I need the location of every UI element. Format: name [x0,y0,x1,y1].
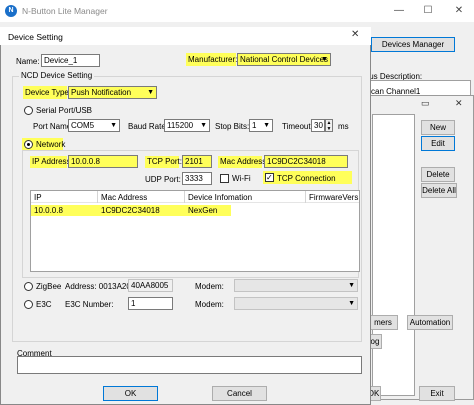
port-name-value: COM5 [71,121,95,130]
chevron-down-icon: ▼ [200,122,207,129]
chevron-down-icon: ▼ [348,300,355,307]
baud-rate-label: Baud Rate: [128,122,169,131]
network-radio[interactable] [24,140,33,149]
chevron-down-icon: ▼ [348,282,355,289]
minimize-icon[interactable]: — [389,4,409,18]
timeout-input[interactable]: 30 [311,119,325,132]
mac-address-input[interactable]: 1C9DC2C34018 [264,155,348,168]
sub-dialog-close-icon[interactable]: ✕ [455,99,463,108]
zigbee-modem-select[interactable]: ▼ [234,279,358,292]
stop-bits-select[interactable]: 1 ▼ [249,119,273,132]
tcp-port-label: TCP Port: [145,156,182,168]
dialog-title: Device Setting [8,32,63,42]
main-window-title: N-Button Lite Manager [22,6,108,16]
comment-input[interactable] [17,356,362,374]
stop-bits-value: 1 [252,121,257,130]
automation-button[interactable]: Automation [407,315,453,330]
chevron-down-icon: ▼ [110,122,117,129]
zigbee-address-label: Address: 0013A200- [65,282,138,291]
e3c-modem-select[interactable]: ▼ [234,297,358,310]
chevron-down-icon: ▼ [263,122,270,129]
network-label: Network [36,140,66,149]
maximize-icon[interactable]: ☐ [418,4,438,18]
device-type-select[interactable]: Push Notification ▼ [68,86,157,99]
zigbee-radio[interactable] [24,282,33,291]
port-name-select[interactable]: COM5 ▼ [68,119,120,132]
name-label: Name: [16,57,40,66]
sub-dialog-restore-icon[interactable]: ▭ [421,99,430,108]
column-header-firmware[interactable]: FirmwareVers [309,194,359,205]
timeout-unit: ms [338,122,349,131]
wifi-checkbox[interactable] [220,174,229,183]
column-divider [97,191,98,203]
e3c-number-input[interactable]: 1 [128,297,173,310]
manufacturer-label: Manufacturer: [186,53,238,66]
tcp-connection-checkbox[interactable] [265,172,274,183]
column-header-mac[interactable]: Mac Address [101,194,147,205]
cancel-button[interactable]: Cancel [212,386,267,401]
device-list[interactable] [372,114,415,396]
baud-rate-value: 115200 [167,121,194,130]
stop-bits-label: Stop Bits: [215,122,250,131]
chevron-down-icon: ▼ [147,89,154,96]
wifi-label: Wi-Fi [232,174,251,183]
dialog-close-icon[interactable]: ✕ [351,30,359,40]
close-icon[interactable]: ✕ [449,4,469,18]
name-input[interactable]: Device_1 [41,54,100,67]
edit-button[interactable]: Edit [421,136,455,151]
exit-button[interactable]: Exit [419,386,455,401]
serial-radio[interactable] [24,106,33,115]
ip-address-label: IP Address: [30,156,73,168]
ncd-group-label: NCD Device Setting [19,71,95,80]
e3c-label: E3C [36,300,52,309]
delete-all-button[interactable]: Delete All [421,183,457,198]
e3c-number-label: E3C Number: [65,300,114,309]
table-cell-ip: 10.0.0.8 [34,206,63,215]
table-cell-mac: 1C9DC2C34018 [101,206,160,215]
timers-button[interactable]: mers [368,315,398,330]
timeout-spinner[interactable]: ▲ ▼ [325,119,333,132]
ip-address-input[interactable]: 10.0.0.8 [68,155,138,168]
baud-rate-select[interactable]: 115200 ▼ [164,119,210,132]
manufacturer-select[interactable]: National Control Devices ▼ [237,53,331,66]
serial-label: Serial Port/USB [36,106,93,115]
mac-address-label: Mac Address: [218,156,269,168]
table-cell-device-info: NexGen [188,206,218,215]
tcp-connection-label: TCP Connection [277,174,336,183]
app-logo-icon: N [5,5,17,17]
column-divider [184,191,185,203]
e3c-modem-label: Modem: [195,300,224,309]
manufacturer-value: National Control Devices [240,55,329,64]
column-header-device-info[interactable]: Device Infomation [188,194,252,205]
zigbee-address-input[interactable]: 40AA8005 [128,279,173,292]
ok-button[interactable]: OK [103,386,158,401]
devices-manager-button[interactable]: Devices Manager [371,37,455,52]
device-type-label: Device Type: [23,86,72,99]
column-divider [305,191,306,203]
zigbee-modem-label: Modem: [195,282,224,291]
timeout-label: Timeout: [282,122,313,131]
tcp-port-input[interactable]: 2101 [182,155,212,168]
new-button[interactable]: New [421,120,455,135]
device-type-value: Push Notification [71,88,132,97]
e3c-radio[interactable] [24,300,33,309]
udp-port-label: UDP Port: [145,175,181,184]
delete-button[interactable]: Delete [421,167,455,182]
zigbee-label: ZigBee [36,282,62,291]
chevron-down-icon: ▼ [321,56,328,63]
column-header-ip[interactable]: IP [34,194,42,205]
udp-port-input[interactable]: 3333 [182,172,212,185]
